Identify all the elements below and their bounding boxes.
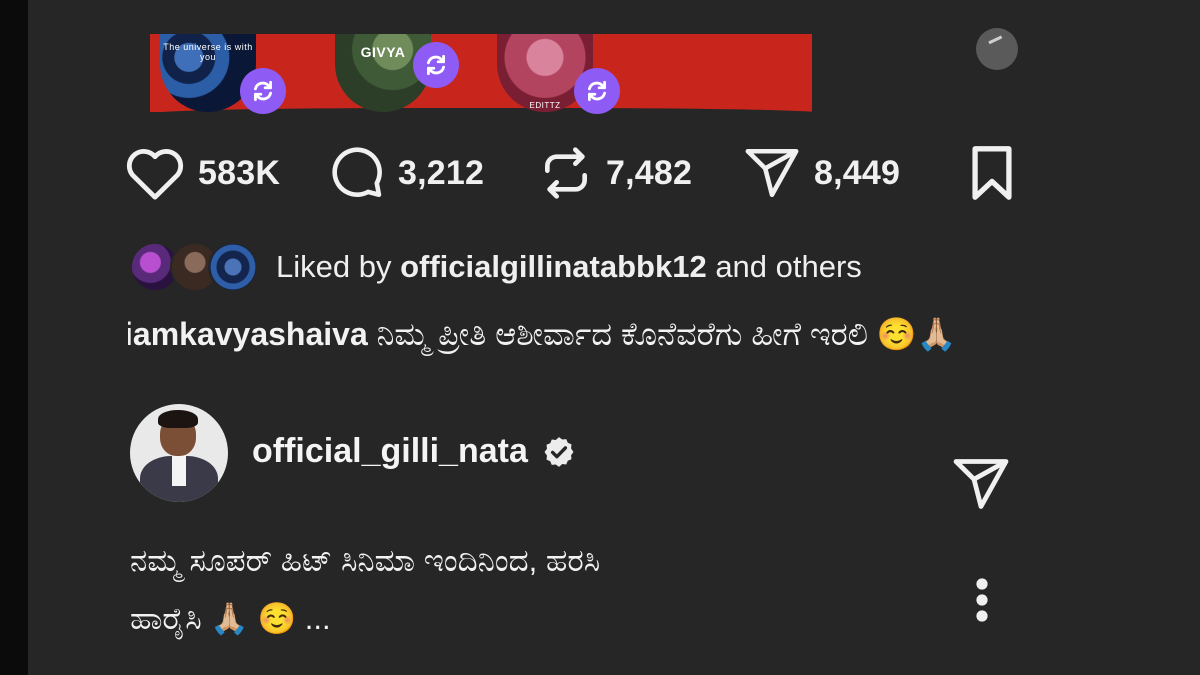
reel-caption[interactable]: ನಮ್ಮ ಸೂಪರ್ ಹಿಟ್ ಸಿನಿಮಾ ಇಂದಿನಿಂದ, ಹರಸಿ ಹಾ…: [130, 532, 890, 648]
caption-username[interactable]: iamkavyashaiva: [128, 316, 368, 352]
reel-overlay-text: The universe is with you: [163, 42, 253, 62]
reel-caption-line: ನಮ್ಮ ಸೂಪರ್ ಹಿಟ್ ಸಿನಿಮಾ ಇಂದಿನಿಂದ, ಹರಸಿ: [130, 543, 601, 578]
reel-caption-line: ಹಾರೈಸಿ 🙏🏼 ☺️ ...: [130, 601, 331, 636]
post-caption-text: iamkavyashaiva ನಿಮ್ಮ ಪ್ರೀತಿ ಆಶೀರ್ವಾದ ಕೊನ…: [128, 310, 1018, 359]
liked-by-row[interactable]: Liked by officialgillinatabbk12 and othe…: [130, 240, 862, 294]
avatar-shirt: [172, 456, 186, 486]
comment-icon: [332, 147, 382, 198]
share-button[interactable]: 8,449: [742, 138, 900, 208]
share-count: 8,449: [814, 153, 901, 192]
avatar[interactable]: [130, 404, 228, 502]
like-button[interactable]: 583K: [124, 138, 280, 208]
profile-username-row[interactable]: official_gilli_nata: [252, 432, 576, 471]
repost-button[interactable]: 7,482: [538, 138, 692, 208]
verified-icon: [544, 436, 574, 467]
comment-button[interactable]: 3,212: [326, 138, 484, 208]
repost-badge-icon: [240, 68, 286, 114]
liked-by-text: Liked by officialgillinatabbk12 and othe…: [276, 249, 862, 285]
repost-count: 7,482: [606, 153, 693, 192]
like-count: 583K: [198, 153, 281, 192]
save-button[interactable]: [966, 138, 1018, 208]
send-button[interactable]: [950, 454, 1012, 519]
share-icon: [745, 148, 799, 198]
send-icon: [953, 459, 1009, 509]
avatar: [208, 242, 258, 292]
liked-by-user[interactable]: officialgillinatabbk12: [400, 249, 707, 284]
more-options-button[interactable]: [970, 576, 994, 629]
liked-by-suffix: and others: [706, 249, 862, 284]
liked-by-prefix: Liked by: [276, 249, 401, 284]
heart-icon: [126, 149, 184, 200]
repost-badge-icon: [574, 68, 620, 114]
action-bar: 583K 3,212 7,482 8,449: [124, 138, 1024, 208]
comment-count: 3,212: [398, 153, 485, 192]
bookmark-icon: [972, 146, 1012, 200]
caption-body: ನಿಮ್ಮ ಪ್ರೀತಿ ಆಶೀರ್ವಾದ ಕೊನೆವರೆಗು ಹೀಗೆ ಇರಲ…: [367, 316, 957, 352]
more-vertical-icon: [976, 578, 988, 622]
repost-badge-icon: [413, 42, 459, 88]
audio-disc-icon[interactable]: [976, 28, 1018, 70]
avatar-hair: [158, 410, 198, 428]
profile-username[interactable]: official_gilli_nata: [252, 432, 528, 471]
liker-avatars: [130, 242, 262, 292]
repost-icon: [545, 147, 587, 199]
